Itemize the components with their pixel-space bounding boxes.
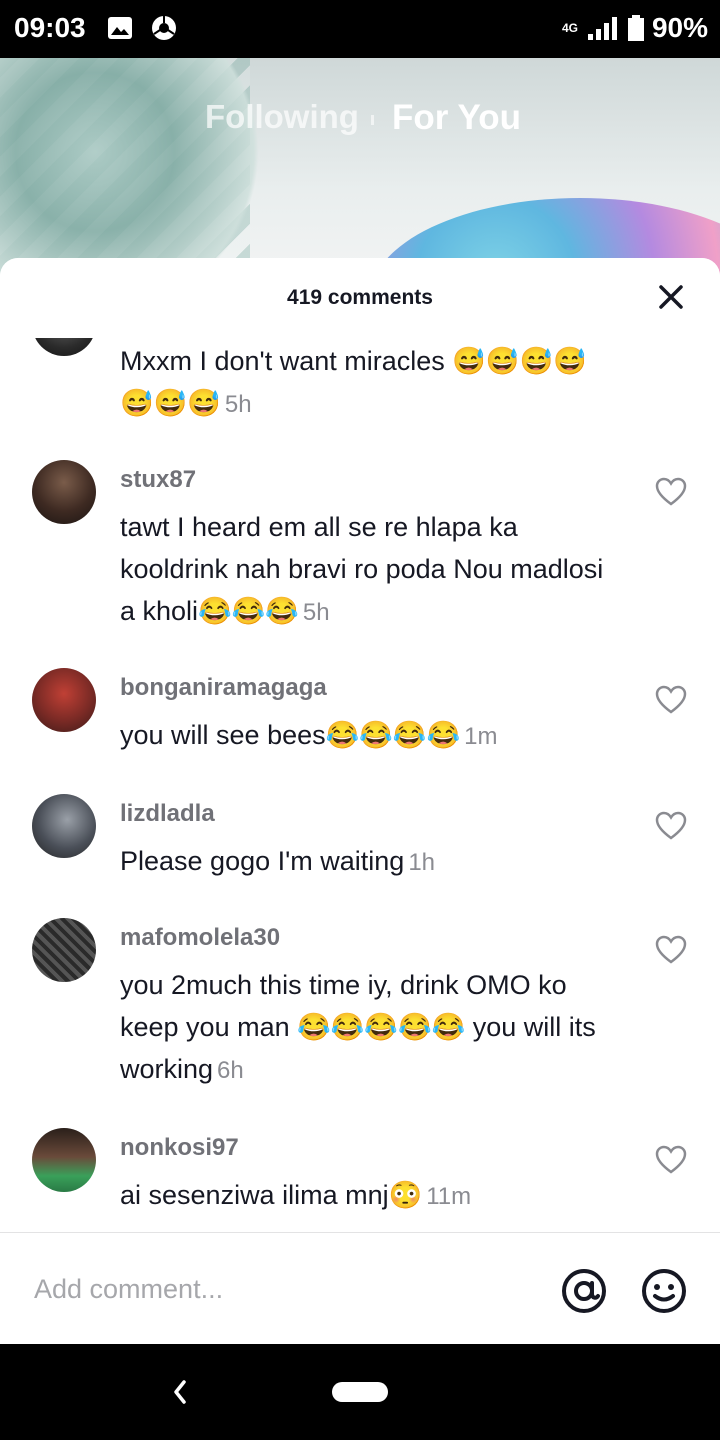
tab-for-you[interactable]: For You xyxy=(392,98,521,138)
signal-icon xyxy=(587,17,617,40)
home-pill[interactable] xyxy=(332,1382,388,1402)
avatar[interactable] xyxy=(32,460,96,524)
avatar[interactable] xyxy=(32,1128,96,1192)
avatar[interactable] xyxy=(32,668,96,732)
gallery-icon xyxy=(108,17,132,39)
status-right: 4G 90% xyxy=(562,12,708,44)
heart-icon[interactable] xyxy=(654,683,688,717)
heart-icon[interactable] xyxy=(654,475,688,509)
tab-divider xyxy=(371,115,374,125)
tab-following[interactable]: Following xyxy=(205,98,359,136)
video-plant xyxy=(0,58,260,278)
comment-body: Mxxm I don't want miracles 😅😅😅😅😅😅😅 xyxy=(120,346,587,418)
chrome-icon xyxy=(152,16,176,40)
comment-body: Please gogo I'm waiting xyxy=(120,846,405,876)
comment-body: you 2much this time iy, drink OMO ko kee… xyxy=(120,970,596,1084)
comment-username[interactable]: nonkosi97 xyxy=(120,1134,239,1162)
comment-username[interactable]: bonganiramagaga xyxy=(120,674,327,702)
heart-icon[interactable] xyxy=(654,809,688,843)
comment-time: 6h xyxy=(217,1057,244,1084)
network-type: 4G xyxy=(561,21,578,35)
avatar[interactable] xyxy=(32,794,96,858)
avatar[interactable] xyxy=(32,918,96,982)
comment-time: 11m xyxy=(426,1183,472,1210)
comment-text: you 2much this time iy, drink OMO ko kee… xyxy=(120,964,620,1092)
heart-icon[interactable] xyxy=(654,1143,688,1177)
comment-username[interactable]: stux87 xyxy=(120,466,196,494)
comment-time: 5h xyxy=(302,599,330,626)
close-icon[interactable] xyxy=(656,282,686,312)
comment-time: 1m xyxy=(464,723,498,750)
comment-text: Please gogo I'm waiting 1h xyxy=(120,840,620,884)
comment-text: tawt I heard em all se re hlapa ka koold… xyxy=(120,506,620,634)
back-icon[interactable] xyxy=(168,1374,192,1410)
comment-time: 1h xyxy=(408,849,436,876)
mention-icon[interactable] xyxy=(560,1267,608,1315)
comment-time: 5h xyxy=(224,391,252,418)
status-bar: 09:03 4G 90% xyxy=(0,0,720,58)
video-background[interactable] xyxy=(0,58,720,278)
status-time: 09:03 xyxy=(14,12,86,43)
comments-sheet: 419 comments Mxxm I don't want miracles … xyxy=(0,258,720,1344)
battery-level: 90% xyxy=(651,12,708,43)
sheet-header: 419 comments xyxy=(0,258,720,338)
system-nav-bar xyxy=(0,1344,720,1440)
comment-list[interactable]: Mxxm I don't want miracles 😅😅😅😅😅😅😅 5h stu… xyxy=(0,338,720,1232)
comment-text: Mxxm I don't want miracles 😅😅😅😅😅😅😅 5h xyxy=(120,340,620,426)
comment-composer xyxy=(0,1232,720,1344)
feed-tabs: Following For You xyxy=(0,98,720,142)
avatar[interactable] xyxy=(32,338,96,356)
comment-body: you will see bees😂😂😂😂 xyxy=(120,720,461,750)
comment-text: you will see bees😂😂😂😂 1m xyxy=(120,714,620,758)
comment-username[interactable]: mafomolela30 xyxy=(120,924,280,952)
comment-body: ai sesenziwa ilima mnj😳 xyxy=(120,1180,423,1210)
comment-body: tawt I heard em all se re hlapa ka koold… xyxy=(120,512,604,626)
comment-input[interactable] xyxy=(32,1265,516,1313)
comment-count: 419 comments xyxy=(287,286,433,309)
comment-text: ai sesenziwa ilima mnj😳 11m xyxy=(120,1174,620,1218)
heart-icon[interactable] xyxy=(654,933,688,967)
battery-icon xyxy=(627,15,644,41)
emoji-icon[interactable] xyxy=(640,1267,688,1315)
comment-username[interactable]: lizdladla xyxy=(120,800,215,828)
